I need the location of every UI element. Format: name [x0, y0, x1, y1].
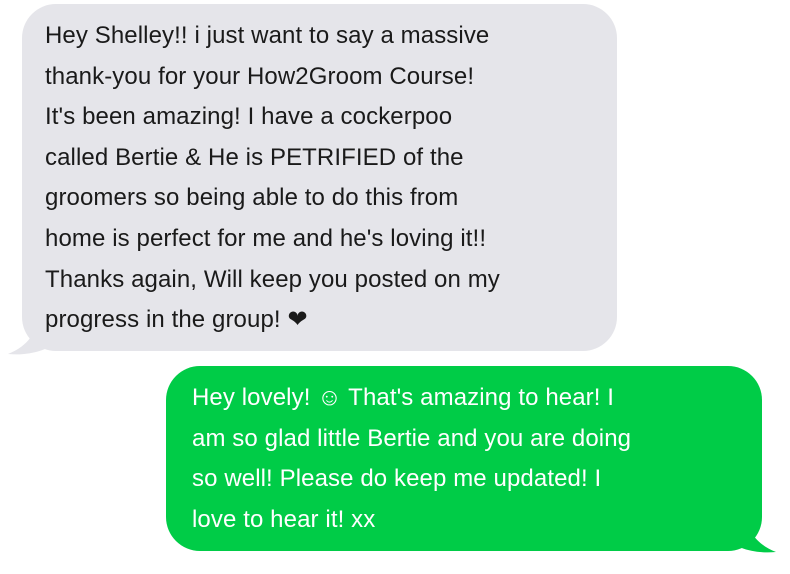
message-line: love to hear it! xx — [192, 505, 376, 533]
message-line: thank-you for your How2Groom Course! — [45, 62, 475, 90]
message-line: so well! Please do keep me updated! I — [192, 465, 602, 493]
message-line: It's been amazing! I have a cockerpoo — [45, 103, 453, 131]
message-line: called Bertie & He is PETRIFIED of the — [45, 143, 464, 171]
incoming-message-bubble[interactable]: Hey Shelley!! i just want to say a massi… — [22, 4, 617, 351]
message-line: Hey Shelley!! i just want to say a massi… — [45, 22, 490, 49]
message-line: Thanks again, Will keep you posted on my — [45, 265, 500, 293]
message-line: Hey lovely! ☺ That's amazing to hear! I — [192, 384, 615, 411]
message-line: progress in the group! ❤ — [45, 306, 308, 334]
outgoing-message-bubble[interactable]: Hey lovely! ☺ That's amazing to hear! I … — [166, 366, 762, 551]
message-line: am so glad little Bertie and you are doi… — [192, 424, 632, 452]
conversation-view: { "messages": [ { "direction": "incoming… — [0, 0, 790, 574]
message-line: groomers so being able to do this from — [45, 184, 459, 212]
message-line: home is perfect for me and he's loving i… — [45, 224, 487, 252]
